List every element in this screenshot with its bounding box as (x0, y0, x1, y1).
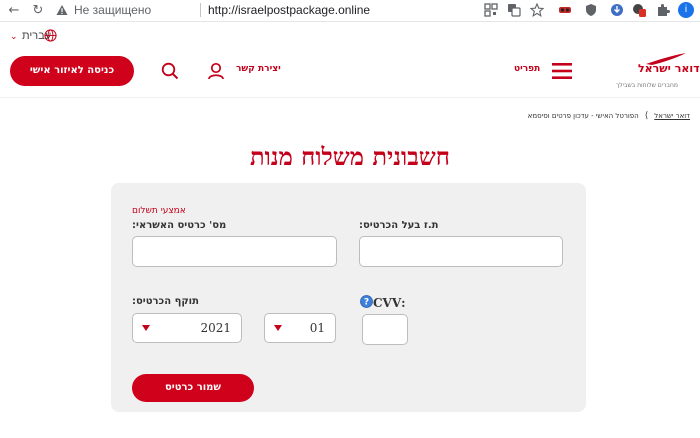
expiry-label: תוקף הכרטיס: (132, 296, 199, 307)
logo-slogan: מחברים שלוחות בשבילך (616, 82, 678, 89)
download-extension-icon[interactable] (610, 3, 624, 17)
logo-brand-text: דואר ישראל (638, 62, 700, 75)
address-bar[interactable]: Не защищено http://israelpostpackage.onl… (52, 0, 552, 20)
payment-form-panel: אמצעי תשלום מס' כרטיס האשראי: ת.ז בעל הכ… (111, 183, 586, 412)
card-number-label: מס' כרטיס האשראי: (132, 220, 227, 231)
breadcrumb-home-link[interactable]: דואר ישראל (654, 112, 690, 120)
notification-extension-icon[interactable] (632, 3, 646, 17)
id-number-label: ת.ז בעל הכרטיס: (359, 220, 439, 231)
svg-text:?: ? (364, 298, 369, 308)
expiry-year-select[interactable]: 2021 (132, 313, 242, 343)
hamburger-menu-icon[interactable] (551, 60, 573, 82)
help-question-icon[interactable]: ? (360, 295, 373, 308)
browser-toolbar: ← ↻ Не защищено http://israelpostpackage… (0, 0, 700, 22)
id-number-input[interactable] (359, 236, 563, 267)
expiry-year-value: 2021 (200, 321, 231, 335)
security-status: Не защищено (74, 3, 152, 17)
reload-icon[interactable]: ↻ (30, 3, 46, 19)
card-number-input[interactable] (132, 236, 337, 267)
chevron-down-icon: ⌄ (10, 31, 18, 41)
qr-code-icon[interactable] (484, 3, 498, 17)
breadcrumb-current: הפורטל האישי - עדכון פרטים וסיסמא (527, 112, 639, 120)
expiry-month-value: 01 (309, 321, 325, 335)
incognito-extension-icon[interactable] (558, 3, 572, 17)
url-text[interactable]: http://israelpostpackage.online (208, 0, 370, 20)
menu-label[interactable]: תפריט (514, 64, 540, 74)
save-card-button[interactable]: שמור כרטיס (132, 374, 254, 402)
globe-icon (44, 29, 57, 42)
caret-down-icon (142, 325, 150, 331)
chevron-left-icon: ⟩ (644, 111, 649, 121)
profile-avatar[interactable]: i (678, 2, 694, 18)
shield-extension-icon[interactable] (584, 3, 598, 17)
page-title: חשבונית משלוח מנות (250, 142, 450, 171)
site-header: כניסה לאיזור אישי יצירת קשר תפריט דואר י… (0, 48, 700, 98)
puzzle-icon[interactable] (656, 3, 670, 17)
search-icon[interactable] (161, 62, 179, 80)
translate-icon[interactable] (507, 3, 521, 17)
expiry-month-select[interactable]: 01 (264, 313, 336, 343)
divider (200, 3, 201, 17)
caret-down-icon (274, 325, 282, 331)
back-arrow-icon[interactable]: ← (6, 3, 22, 19)
cvv-input[interactable] (362, 314, 408, 345)
contact-user-icon[interactable] (206, 61, 226, 81)
personal-area-login-button[interactable]: כניסה לאיזור אישי (10, 56, 134, 86)
bookmark-star-icon[interactable] (530, 3, 544, 17)
payment-methods-label: אמצעי תשלום (132, 206, 186, 216)
contact-link[interactable]: יצירת קשר (236, 64, 281, 74)
warning-icon[interactable] (56, 4, 68, 16)
breadcrumb: דואר ישראל ⟩ הפורטל האישי - עדכון פרטים וס… (528, 111, 690, 121)
cvv-label: :CVV (373, 296, 406, 310)
israel-post-logo[interactable]: דואר ישראל מחברים שלוחות בשבילך (608, 52, 700, 94)
